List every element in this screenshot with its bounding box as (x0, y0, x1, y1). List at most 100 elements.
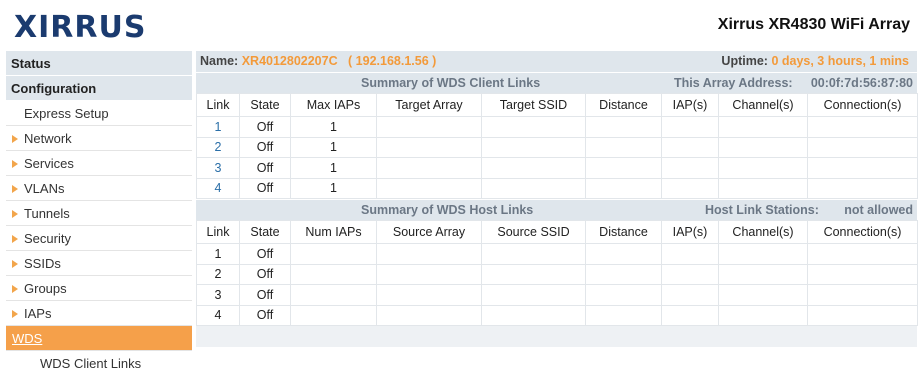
connections-cell (807, 263, 918, 285)
table-row[interactable]: 1 Off 1 (196, 116, 918, 138)
client-links-table: Link State Max IAPs Target Array Target … (196, 93, 918, 199)
sidebar-item-wds[interactable]: WDS (6, 326, 192, 351)
sidebar-item-label: WDS Client Links (40, 356, 142, 371)
state-cell: Off (239, 243, 291, 265)
array-address-label: This Array Address: (674, 76, 793, 90)
column-header: Channel(s) (718, 220, 808, 244)
iaps-cell (661, 284, 719, 306)
sidebar-item-express-setup[interactable]: Express Setup (6, 101, 192, 126)
channels-cell (718, 304, 808, 326)
distance-cell (585, 157, 662, 179)
sidebar-item-network[interactable]: Network (6, 126, 192, 151)
column-header: State (239, 220, 291, 244)
column-header: Distance (585, 93, 662, 117)
table-row: 4 Off (196, 304, 918, 326)
main-content: Name: XR4012802207C ( 192.168.1.56 ) Upt… (196, 51, 918, 347)
footer-bar (196, 326, 917, 347)
sidebar-item-iaps[interactable]: IAPs (6, 301, 192, 326)
distance-cell (585, 136, 662, 158)
xirrus-logo[interactable]: XIRRUS (14, 12, 146, 44)
table-row[interactable]: 2 Off 1 (196, 136, 918, 158)
sidebar-item-vlans[interactable]: VLANs (6, 176, 192, 201)
table-row: 2 Off (196, 263, 918, 285)
sidebar-item-label: Groups (24, 281, 67, 296)
column-header: Distance (585, 220, 662, 244)
state-cell: Off (239, 263, 291, 285)
table-header-row: Link State Num IAPs Source Array Source … (196, 220, 918, 244)
state-cell: Off (239, 116, 291, 138)
link-cell[interactable]: 1 (196, 116, 240, 138)
logo-text: XIRRUS (14, 10, 147, 45)
sidebar-item-groups[interactable]: Groups (6, 276, 192, 301)
channels-cell (718, 157, 808, 179)
max-iaps-cell: 1 (290, 136, 377, 158)
connections-cell (807, 304, 918, 326)
column-header: Link (196, 220, 240, 244)
sidebar-item-wds-client-links[interactable]: WDS Client Links (6, 351, 192, 374)
sidebar-item-services[interactable]: Services (6, 151, 192, 176)
link-cell[interactable]: 2 (196, 136, 240, 158)
target-ssid-cell (481, 116, 586, 138)
column-header: State (239, 93, 291, 117)
state-cell: Off (239, 157, 291, 179)
link-cell[interactable]: 3 (196, 157, 240, 179)
sidebar-item-configuration[interactable]: Configuration (6, 76, 192, 101)
state-cell: Off (239, 304, 291, 326)
link-cell: 4 (196, 304, 240, 326)
iaps-cell (661, 177, 719, 199)
device-title: Xirrus XR4830 WiFi Array (717, 16, 910, 33)
link-cell[interactable]: 4 (196, 177, 240, 199)
target-array-cell (376, 136, 482, 158)
host-links-table: Link State Num IAPs Source Array Source … (196, 220, 918, 326)
expand-arrow-icon (12, 159, 18, 168)
array-ip: ( 192.168.1.56 ) (348, 54, 437, 68)
channels-cell (718, 177, 808, 199)
state-cell: Off (239, 136, 291, 158)
iaps-cell (661, 263, 719, 285)
connections-cell (807, 284, 918, 306)
uptime-value: 0 days, 3 hours, 1 mins (771, 54, 909, 68)
status-bar: Name: XR4012802207C ( 192.168.1.56 ) Upt… (196, 51, 917, 72)
expand-arrow-icon (12, 284, 18, 293)
channels-cell (718, 136, 808, 158)
state-cell: Off (239, 284, 291, 306)
host-links-header: Summary of WDS Host Links Host Link Stat… (196, 199, 917, 220)
column-header: Max IAPs (290, 93, 377, 117)
distance-cell (585, 177, 662, 199)
expand-arrow-icon (12, 184, 18, 193)
num-iaps-cell (290, 304, 377, 326)
channels-cell (718, 116, 808, 138)
table-row[interactable]: 3 Off 1 (196, 157, 918, 179)
table-row[interactable]: 4 Off 1 (196, 177, 918, 199)
uptime: Uptime: 0 days, 3 hours, 1 mins (721, 51, 909, 72)
sidebar-item-ssids[interactable]: SSIDs (6, 251, 192, 276)
target-ssid-cell (481, 136, 586, 158)
sidebar-item-label: Express Setup (24, 106, 109, 121)
table-row: 1 Off (196, 243, 918, 265)
sidebar-item-label: Services (24, 156, 74, 171)
source-ssid-cell (481, 243, 586, 265)
connections-cell (807, 177, 918, 199)
target-ssid-cell (481, 177, 586, 199)
num-iaps-cell (290, 263, 377, 285)
iaps-cell (661, 243, 719, 265)
sidebar-item-label: Configuration (11, 81, 97, 96)
source-ssid-cell (481, 284, 586, 306)
header: XIRRUS Xirrus XR4830 WiFi Array (0, 0, 919, 50)
client-links-header: Summary of WDS Client Links This Array A… (196, 72, 917, 93)
target-array-cell (376, 177, 482, 199)
column-header: Link (196, 93, 240, 117)
sidebar-item-status[interactable]: Status (6, 51, 192, 76)
source-array-cell (376, 304, 482, 326)
connections-cell (807, 136, 918, 158)
sidebar-item-tunnels[interactable]: Tunnels (6, 201, 192, 226)
sidebar-item-security[interactable]: Security (6, 226, 192, 251)
sidebar-item-label: WDS (12, 331, 43, 346)
channels-cell (718, 263, 808, 285)
column-header: Target Array (376, 93, 482, 117)
expand-arrow-icon (12, 309, 18, 318)
source-array-cell (376, 284, 482, 306)
table-row: 3 Off (196, 284, 918, 306)
column-header: Num IAPs (290, 220, 377, 244)
sidebar-item-label: VLANs (24, 181, 65, 196)
